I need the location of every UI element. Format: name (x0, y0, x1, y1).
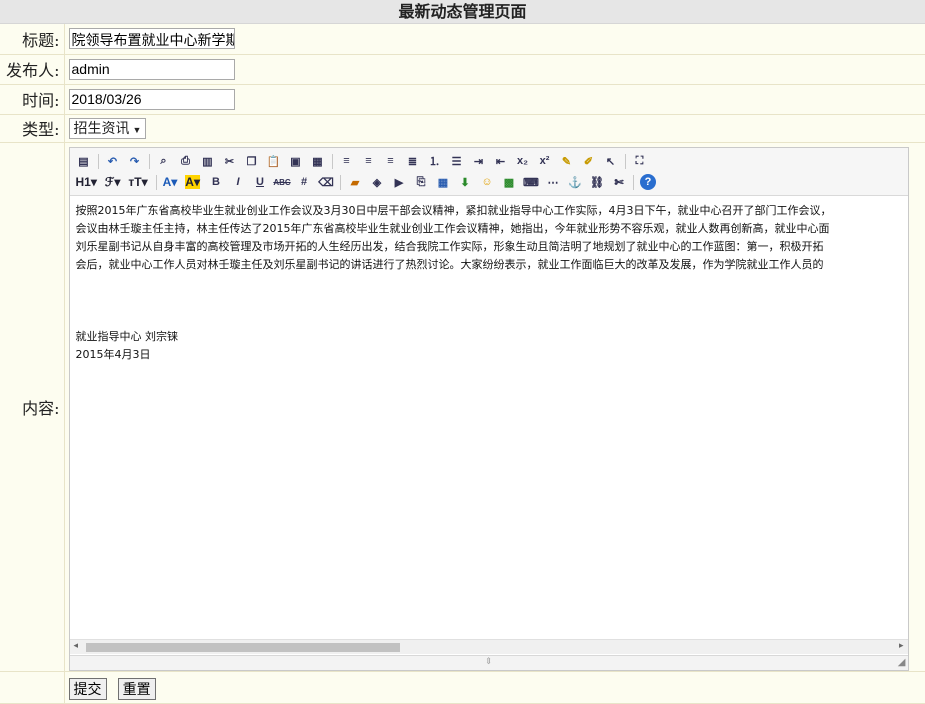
strikethrough-button[interactable]: ABC (273, 174, 290, 190)
media-icon[interactable]: ▶ (391, 174, 407, 190)
drag-handle-icon[interactable]: ⇕ (485, 657, 493, 667)
title-label: 标题: (0, 24, 65, 55)
superscript-icon[interactable]: x² (537, 153, 553, 169)
preview-icon[interactable]: ⌕ (156, 153, 172, 169)
time-label: 时间: (0, 84, 65, 115)
news-form: 标题: 院领导布置就业中心新学期 发布人: admin 时间: 2018/03/… (0, 24, 925, 704)
content-line: 按照2015年广东省高校毕业生就业创业工作会议及3月30日中层干部会议精神，紧扣… (75, 203, 832, 217)
ordered-list-icon[interactable]: ⒈ (427, 153, 443, 169)
content-signature: 就业指导中心 刘宗铼 (75, 329, 179, 343)
paste-word-icon[interactable]: ▦ (310, 153, 326, 169)
horizontal-scrollbar[interactable]: ◂ ▸ (69, 638, 908, 654)
time-input[interactable]: 2018/03/26 (68, 88, 235, 110)
select-all-icon[interactable]: ✐ (581, 153, 597, 169)
subscript-icon[interactable]: x₂ (515, 153, 531, 169)
link-icon[interactable]: ⛓ (589, 174, 605, 190)
pagebreak-icon[interactable]: ⋯ (545, 174, 561, 190)
highlight-color-dropdown[interactable]: A▾ (185, 175, 200, 189)
insert-row-icon[interactable]: ⬇ (457, 174, 473, 190)
print-icon[interactable]: ⎙ (178, 153, 194, 169)
heading-dropdown[interactable]: H1▾ (76, 175, 97, 189)
unlink-icon[interactable]: ✄ (611, 174, 627, 190)
reset-button[interactable]: 重置 (117, 678, 156, 700)
bold-button[interactable]: B (208, 174, 224, 190)
paste-text-icon[interactable]: ▣ (288, 153, 304, 169)
type-select[interactable]: 招生资讯 ▼ (68, 117, 147, 139)
page-title: 最新动态管理页面 (0, 0, 925, 24)
editor-resize-bar[interactable]: ⇕ ◢ (69, 654, 908, 670)
eraser-icon[interactable]: ⌫ (318, 174, 334, 190)
picture-icon[interactable]: ▩ (501, 174, 517, 190)
editor-content[interactable]: 按照2015年广东省高校毕业生就业创业工作会议及3月30日中层干部会议精神，紧扣… (70, 196, 908, 638)
emoji-icon[interactable]: ☺ (479, 174, 495, 190)
undo-icon[interactable]: ↶ (105, 153, 121, 169)
align-justify-icon[interactable]: ≣ (405, 153, 421, 169)
hr-icon[interactable]: # (296, 174, 312, 190)
fullscreen-icon[interactable]: ⛶ (632, 153, 648, 169)
anchor-icon[interactable]: ⚓ (567, 174, 583, 190)
cursor-icon[interactable]: ↖ (603, 153, 619, 169)
template-icon[interactable]: ▥ (200, 153, 216, 169)
flash-icon[interactable]: ◈ (369, 174, 385, 190)
attachment-icon[interactable]: ⎘ (413, 174, 429, 190)
scrollbar-thumb[interactable] (85, 642, 400, 652)
type-select-value: 招生资讯 (73, 119, 130, 136)
font-size-dropdown[interactable]: тT▾ (128, 175, 147, 189)
content-date: 2015年4月3日 (75, 347, 151, 361)
scroll-right-icon[interactable]: ▸ (899, 641, 904, 651)
title-input[interactable]: 院领导布置就业中心新学期 (68, 28, 235, 50)
code-icon[interactable]: ⌨ (523, 174, 539, 190)
scroll-left-icon[interactable]: ◂ (74, 641, 79, 651)
underline-button[interactable]: U (252, 174, 268, 190)
redo-icon[interactable]: ↷ (127, 153, 143, 169)
publisher-label: 发布人: (0, 54, 65, 85)
content-line: 刘乐星副书记从自身丰富的高校管理及市场开拓的人生经历出发，结合我院工作实际，形象… (75, 239, 824, 253)
content-label: 内容: (0, 142, 65, 672)
editor-toolbar: ▤ ↶ ↷ ⌕ ⎙ ▥ ✂ ❐ 📋 ▣ ▦ ≡ ≡ ≡ ≣ ⒈ ☰ ⇥ ⇤ x₂… (69, 147, 908, 196)
align-right-icon[interactable]: ≡ (383, 153, 399, 169)
type-label: 类型: (0, 114, 65, 143)
cut-icon[interactable]: ✂ (222, 153, 238, 169)
source-icon[interactable]: ▤ (76, 153, 92, 169)
publisher-input[interactable]: admin (68, 58, 235, 80)
copy-icon[interactable]: ❐ (244, 153, 260, 169)
content-line: 会议由林壬璇主任主持，林主任传达了2015年广东省高校毕业生就业创业工作会议精神… (75, 221, 830, 235)
indent-icon[interactable]: ⇥ (471, 153, 487, 169)
outdent-icon[interactable]: ⇤ (493, 153, 509, 169)
content-line: 会后，就业中心工作人员对林壬璇主任及刘乐星副书记的讲话进行了热烈讨论。大家纷纷表… (75, 257, 824, 271)
table-icon[interactable]: ▦ (435, 174, 451, 190)
unordered-list-icon[interactable]: ☰ (449, 153, 465, 169)
font-color-dropdown[interactable]: A▾ (163, 175, 178, 189)
image-icon[interactable]: ▰ (347, 174, 363, 190)
clear-format-icon[interactable]: ✎ (559, 153, 575, 169)
resize-grip-icon[interactable]: ◢ (898, 656, 906, 669)
align-center-icon[interactable]: ≡ (361, 153, 377, 169)
chevron-down-icon: ▼ (132, 124, 142, 135)
align-left-icon[interactable]: ≡ (339, 153, 355, 169)
paste-icon[interactable]: 📋 (266, 153, 282, 169)
italic-button[interactable]: I (230, 174, 246, 190)
font-family-dropdown[interactable]: ℱ▾ (105, 175, 120, 189)
submit-button[interactable]: 提交 (68, 678, 107, 700)
help-icon[interactable]: ? (640, 174, 656, 190)
rich-text-editor: ▤ ↶ ↷ ⌕ ⎙ ▥ ✂ ❐ 📋 ▣ ▦ ≡ ≡ ≡ ≣ ⒈ ☰ ⇥ ⇤ x₂… (68, 146, 909, 671)
